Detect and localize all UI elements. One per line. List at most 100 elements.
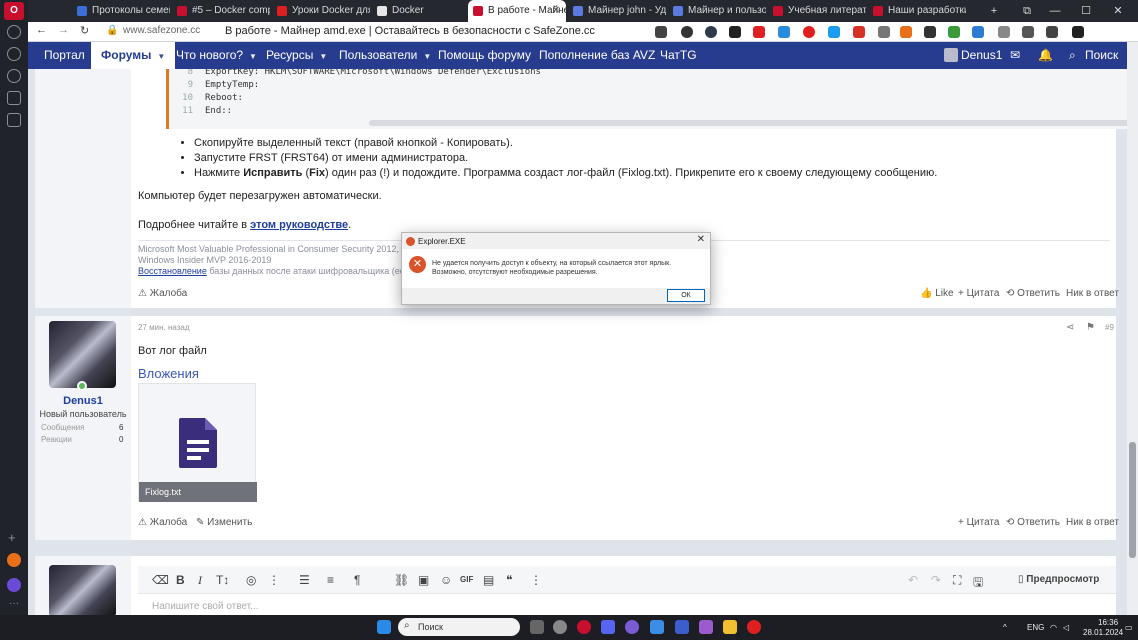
notifications-icon[interactable]: ▭ [1125,623,1133,632]
opera-taskbar-icon[interactable] [577,620,591,634]
language-indicator[interactable]: ENG [1027,623,1044,632]
history-icon[interactable] [7,25,21,39]
camera-icon[interactable] [878,26,890,38]
aria-icon[interactable] [7,578,21,592]
volume-icon[interactable]: ◁ [1063,623,1069,632]
task-view-icon[interactable] [530,620,544,634]
post-time[interactable]: 27 мин. назад [138,323,190,332]
bell-icon[interactable]: 🔔 [1038,42,1053,69]
extension-4-icon[interactable] [778,26,790,38]
post-number[interactable]: #9 [1105,323,1114,332]
tab[interactable]: Docker [372,0,470,22]
list-icon[interactable]: ☰ [299,573,310,587]
fullscreen-icon[interactable]: ⛶ [953,573,961,588]
reload-icon[interactable]: ↻ [80,24,89,37]
nav-users[interactable]: Пользователи ▼ [339,42,431,69]
close-window-button[interactable]: ✕ [1104,0,1132,22]
avatar[interactable] [49,321,116,388]
tab[interactable]: Майнер и пользовате [668,0,766,22]
nav-avz[interactable]: Пополнение баз AVZ [539,42,655,69]
reply-button[interactable]: ⟲ Ответить [1006,288,1060,299]
download-icon[interactable] [1046,26,1058,38]
start-icon[interactable] [377,620,391,634]
align-icon[interactable]: ≡ [327,573,334,587]
maximize-button[interactable]: ☐ [1072,0,1100,22]
tab[interactable]: Протоколы семейств [72,0,170,22]
like-button[interactable]: 👍 Like [920,288,954,299]
wifi-icon[interactable]: ◠ [1050,623,1057,632]
clear-format-icon[interactable]: ⌫ [152,573,169,587]
back-icon[interactable]: ← [36,24,47,36]
yandex-icon[interactable] [747,620,761,634]
attachment-card[interactable]: Fixlog.txt [138,383,257,502]
emoji-icon[interactable]: ☺ [440,573,452,587]
nav-portal[interactable]: Портал [44,42,85,69]
app-icon[interactable] [675,620,689,634]
nav-help[interactable]: Помощь форуму [438,42,531,69]
color-icon[interactable]: ◎ [246,573,256,587]
close-icon[interactable]: ✕ [697,234,705,245]
quote-icon[interactable]: ❝ [506,573,512,587]
mention-button[interactable]: Ник в ответ [1066,517,1119,528]
tab[interactable]: #5 – Docker compose [172,0,270,22]
flow-icon[interactable] [7,553,21,567]
new-tab-button[interactable]: + [980,0,1008,22]
report-button[interactable]: ⚠ Жалоба [138,517,187,528]
nav-user[interactable]: Denus1 [961,42,1002,69]
explorer-icon[interactable] [723,620,737,634]
lock-icon[interactable]: 🔒 [106,25,118,36]
visual-studio-icon[interactable] [699,620,713,634]
user-avatar-small[interactable] [944,48,958,62]
tab[interactable]: Наши разработки | Су [868,0,966,22]
image-icon[interactable]: ▣ [418,573,429,587]
gif-icon[interactable]: GIF [460,575,473,584]
reply-input[interactable]: Напишите свой ответ... [152,601,258,612]
adblock-icon[interactable] [853,26,865,38]
inbox-icon[interactable]: ✉ [1010,42,1020,69]
extension-10-icon[interactable] [972,26,984,38]
url-host[interactable]: www.safezone.cc [123,25,200,36]
speedometer-icon[interactable] [681,26,693,38]
minimize-button[interactable]: — [1041,0,1069,22]
nav-forums[interactable]: Форумы ▼ [91,42,176,69]
link-icon[interactable]: ⛓ [394,573,409,587]
more-icon[interactable]: ⋮ [530,573,542,587]
extensions-icon[interactable] [7,91,21,105]
drafts-icon[interactable]: 🖫 [973,573,983,594]
nav-search[interactable]: Поиск [1085,42,1118,69]
media-icon[interactable]: ▤ [483,573,494,587]
more-format-icon[interactable]: ⋮ [268,573,280,587]
bookmark-icon[interactable]: ⚑ [1086,322,1095,333]
reply-button[interactable]: ⟲ Ответить [1006,517,1060,528]
nav-whats-new[interactable]: Что нового? ▼ [176,42,257,69]
settings-icon[interactable] [553,620,567,634]
extension-5-icon[interactable] [803,26,815,38]
nav-resources[interactable]: Ресурсы ▼ [266,42,327,69]
attachment-filename[interactable]: Fixlog.txt [139,482,257,502]
tab[interactable]: Уроки Docker для нач [272,0,370,22]
preview-button[interactable]: ▯ Предпросмотр [1018,574,1099,585]
edit-button[interactable]: ✎ Изменить [196,517,252,528]
chevron-down-icon[interactable]: ▼ [249,52,257,61]
extension-1-icon[interactable] [705,26,717,38]
chevron-down-icon[interactable]: ▼ [423,52,431,61]
extension-8-icon[interactable] [924,26,936,38]
clock-time[interactable]: 16:36 [1098,618,1118,627]
menu-icon[interactable] [1072,26,1084,38]
page-scrollbar[interactable] [1127,42,1138,615]
tray-arrow-icon[interactable]: ^ [1003,623,1007,632]
wallet-icon[interactable] [1022,26,1034,38]
quote-button[interactable]: + Цитата [958,517,999,528]
bookmarks-icon[interactable] [7,47,21,61]
extension-7-icon[interactable] [900,26,912,38]
speed-dial-icon[interactable] [655,26,667,38]
snapshot-icon[interactable] [7,113,21,127]
discord-icon[interactable] [601,620,615,634]
scrollbar-thumb[interactable] [1129,442,1136,558]
more-icon[interactable]: ··· [7,597,21,611]
bold-icon[interactable]: B [176,573,185,587]
tab-menu-icon[interactable]: ⧉ [1013,0,1041,22]
paragraph-icon[interactable]: ¶ [354,573,360,587]
ok-button[interactable]: ОК [667,289,705,302]
extension-2-icon[interactable] [729,26,741,38]
